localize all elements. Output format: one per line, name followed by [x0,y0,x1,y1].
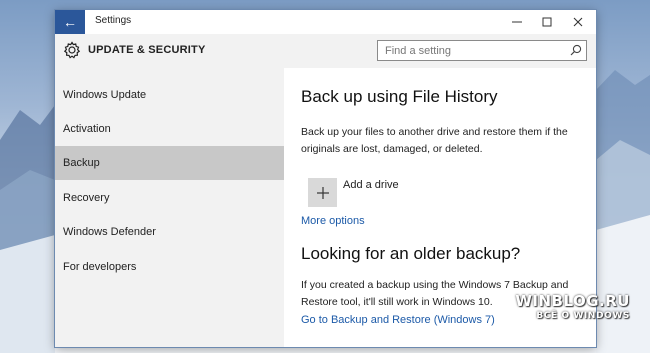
sidebar-item-label: Windows Defender [63,226,156,238]
sidebar-item-backup[interactable]: Backup [55,146,284,180]
watermark-line2: ВСЁ О WINDOWS [536,311,630,321]
page-title: UPDATE & SECURITY [88,44,206,56]
search-box[interactable] [377,40,587,61]
search-input[interactable] [378,41,566,60]
watermark: WINBLOG.RU ВСЁ О WINDOWS [515,292,630,321]
file-history-description: Back up your files to another drive and … [301,126,568,155]
sidebar: Windows Update Activation Backup Recover… [55,68,284,347]
plus-icon [316,186,329,199]
window-title: Settings [95,15,132,26]
maximize-icon [542,17,552,27]
close-button[interactable] [563,10,593,34]
add-drive-button[interactable] [308,178,337,207]
page-header: UPDATE & SECURITY [55,34,596,68]
search-icon[interactable] [570,44,582,56]
backup-restore-link[interactable]: Go to Backup and Restore (Windows 7) [301,314,495,326]
watermark-line1: WINBLOG.RU [515,292,630,310]
close-icon [573,17,583,27]
sidebar-item-label: Activation [63,123,111,135]
maximize-button[interactable] [532,10,562,34]
sidebar-item-activation[interactable]: Activation [55,112,284,146]
sidebar-item-recovery[interactable]: Recovery [55,181,284,215]
sidebar-item-label: Backup [63,157,100,169]
sidebar-item-label: Recovery [63,192,110,204]
minimize-icon [512,21,522,23]
back-button[interactable]: ← [55,10,85,34]
sidebar-item-label: Windows Update [63,89,147,101]
sidebar-item-windows-update[interactable]: Windows Update [55,78,284,112]
minimize-button[interactable] [502,10,532,34]
add-drive-label[interactable]: Add a drive [343,179,399,191]
more-options-link[interactable]: More options [301,215,365,227]
title-bar: ← Settings [55,10,596,34]
back-arrow-icon: ← [63,14,77,30]
older-backup-heading: Looking for an older backup? [301,244,521,263]
file-history-heading: Back up using File History [301,87,498,106]
gear-icon [63,41,81,59]
sidebar-item-for-developers[interactable]: For developers [55,250,284,284]
sidebar-item-windows-defender[interactable]: Windows Defender [55,215,284,249]
sidebar-item-label: For developers [63,261,137,273]
